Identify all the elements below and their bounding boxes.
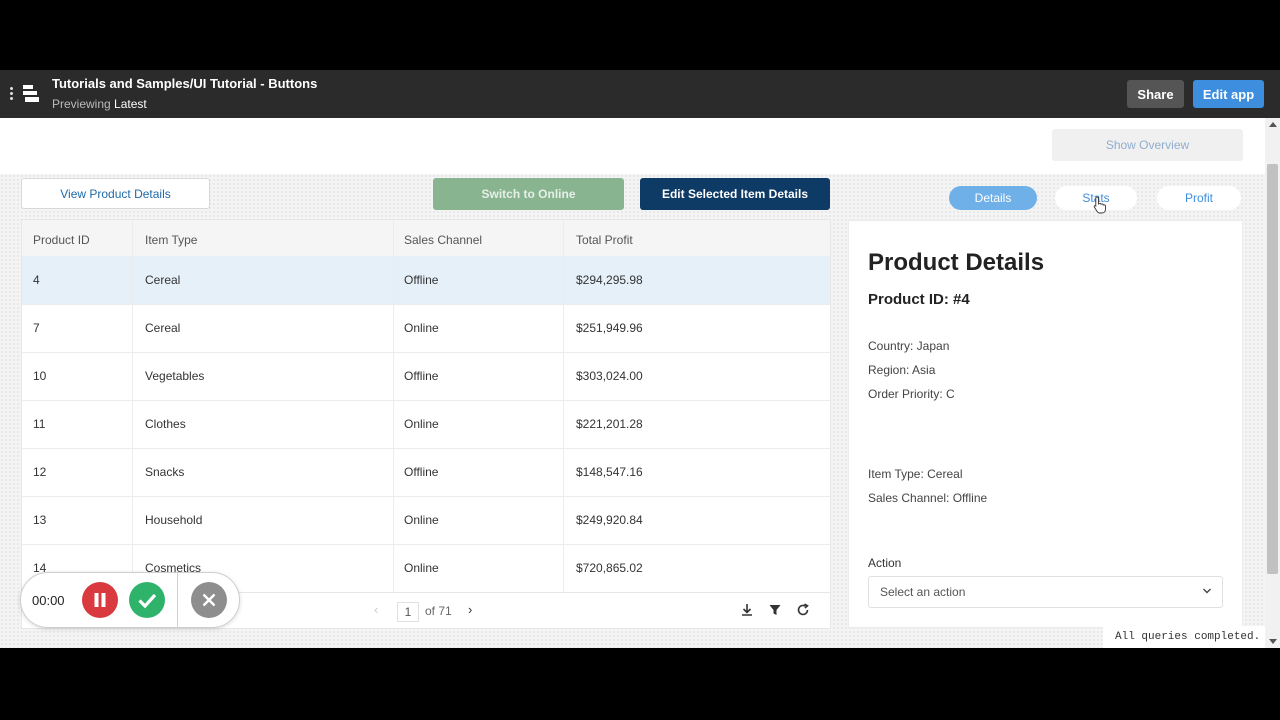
recording-timer: 00:00: [32, 593, 65, 608]
sales-channel-text: Sales Channel: Offline: [868, 491, 988, 505]
tab-profit[interactable]: Profit: [1157, 186, 1241, 210]
country-text: Country: Japan: [868, 339, 950, 353]
filter-icon[interactable]: [767, 602, 783, 618]
preview-version: Latest: [114, 97, 147, 111]
close-icon: [202, 593, 216, 607]
table-row[interactable]: 7 Cereal Online $251,949.96: [22, 304, 830, 353]
products-table: Product ID Item Type Sales Channel Total…: [21, 219, 831, 629]
scroll-up-icon[interactable]: [1269, 122, 1277, 127]
column-divider: [393, 220, 394, 592]
cell-product-id: 12: [33, 465, 47, 479]
cell-item-type: Clothes: [145, 417, 186, 431]
column-divider: [132, 220, 133, 592]
next-page-icon[interactable]: ›: [468, 602, 472, 617]
cell-total-profit: $720,865.02: [576, 561, 643, 575]
column-header-product-id[interactable]: Product ID: [33, 233, 90, 247]
edit-selected-item-button[interactable]: Edit Selected Item Details: [640, 178, 830, 210]
table-row[interactable]: 10 Vegetables Offline $303,024.00: [22, 352, 830, 401]
preview-status: Previewing Latest: [52, 97, 147, 111]
pause-icon: [94, 593, 106, 607]
header-container: Show Overview: [0, 118, 1265, 174]
action-select-placeholder: Select an action: [880, 585, 966, 599]
cell-sales-channel: Online: [404, 561, 439, 575]
prev-page-icon[interactable]: ‹: [374, 602, 378, 617]
scrollbar-thumb[interactable]: [1267, 164, 1278, 574]
top-bar: Tutorials and Samples/UI Tutorial - Butt…: [0, 70, 1280, 118]
pause-recording-button[interactable]: [82, 582, 118, 618]
cell-sales-channel: Offline: [404, 465, 439, 479]
refresh-icon[interactable]: [795, 602, 811, 618]
table-row[interactable]: 12 Snacks Offline $148,547.16: [22, 448, 830, 497]
preview-prefix: Previewing: [52, 97, 111, 111]
switch-to-online-button[interactable]: Switch to Online: [433, 178, 624, 210]
app-logo-icon: [23, 85, 39, 102]
cell-item-type: Vegetables: [145, 369, 205, 383]
column-header-item-type[interactable]: Item Type: [145, 233, 197, 247]
cell-item-type: Cereal: [145, 321, 181, 335]
download-icon[interactable]: [739, 602, 755, 618]
view-product-details-button[interactable]: View Product Details: [21, 178, 210, 209]
action-select[interactable]: Select an action: [868, 576, 1223, 608]
page-count: of 71: [425, 604, 452, 618]
cell-product-id: 7: [33, 321, 40, 335]
column-divider: [563, 220, 564, 592]
cell-total-profit: $148,547.16: [576, 465, 643, 479]
app-title: Tutorials and Samples/UI Tutorial - Butt…: [52, 76, 318, 91]
table-row[interactable]: 11 Clothes Online $221,201.28: [22, 400, 830, 449]
table-header: Product ID Item Type Sales Channel Total…: [22, 220, 830, 257]
cell-sales-channel: Online: [404, 321, 439, 335]
cell-item-type: Household: [145, 513, 203, 527]
tab-details[interactable]: Details: [949, 186, 1037, 210]
cell-sales-channel: Online: [404, 417, 439, 431]
cell-total-profit: $221,201.28: [576, 417, 643, 431]
cell-total-profit: $251,949.96: [576, 321, 643, 335]
query-status: All queries completed.: [1103, 626, 1265, 648]
show-overview-button[interactable]: Show Overview: [1052, 129, 1243, 161]
product-id-heading: Product ID: #4: [868, 291, 970, 308]
cell-sales-channel: Online: [404, 513, 439, 527]
cancel-recording-button[interactable]: [191, 582, 227, 618]
action-label: Action: [868, 556, 902, 570]
mouse-cursor-icon: [1093, 196, 1106, 214]
column-header-total-profit[interactable]: Total Profit: [576, 233, 633, 247]
panel-title: Product Details: [868, 249, 1045, 276]
table-row[interactable]: 13 Household Online $249,920.84: [22, 496, 830, 545]
cell-total-profit: $249,920.84: [576, 513, 643, 527]
cell-item-type: Cereal: [145, 273, 181, 287]
cell-total-profit: $294,295.98: [576, 273, 643, 287]
scroll-down-icon[interactable]: [1269, 639, 1277, 644]
screen-recorder-widget: 00:00: [20, 572, 240, 628]
region-text: Region: Asia: [868, 363, 936, 377]
cell-product-id: 11: [33, 417, 46, 431]
chevron-down-icon: [1203, 588, 1211, 594]
page-number-input[interactable]: 1: [397, 602, 419, 622]
cell-product-id: 13: [33, 513, 47, 527]
vertical-scrollbar[interactable]: [1265, 118, 1280, 648]
item-type-text: Item Type: Cereal: [868, 467, 963, 481]
checkmark-icon: [138, 593, 157, 609]
share-button[interactable]: Share: [1127, 80, 1184, 108]
cell-sales-channel: Offline: [404, 369, 439, 383]
product-details-panel: Product Details Product ID: #4 Country: …: [848, 220, 1243, 628]
cell-product-id: 4: [33, 273, 40, 287]
column-header-sales-channel[interactable]: Sales Channel: [404, 233, 482, 247]
recorder-divider: [177, 573, 178, 627]
cell-product-id: 10: [33, 369, 47, 383]
cell-total-profit: $303,024.00: [576, 369, 643, 383]
app-window: Tutorials and Samples/UI Tutorial - Butt…: [0, 70, 1280, 648]
finish-recording-button[interactable]: [129, 582, 165, 618]
order-priority-text: Order Priority: C: [868, 387, 955, 401]
more-menu-icon[interactable]: [10, 87, 14, 101]
cell-sales-channel: Offline: [404, 273, 439, 287]
app-canvas: Show Overview View Product Details Switc…: [0, 118, 1265, 648]
cell-item-type: Snacks: [145, 465, 185, 479]
table-row[interactable]: 4 Cereal Offline $294,295.98: [22, 256, 830, 305]
edit-app-button[interactable]: Edit app: [1193, 80, 1264, 108]
